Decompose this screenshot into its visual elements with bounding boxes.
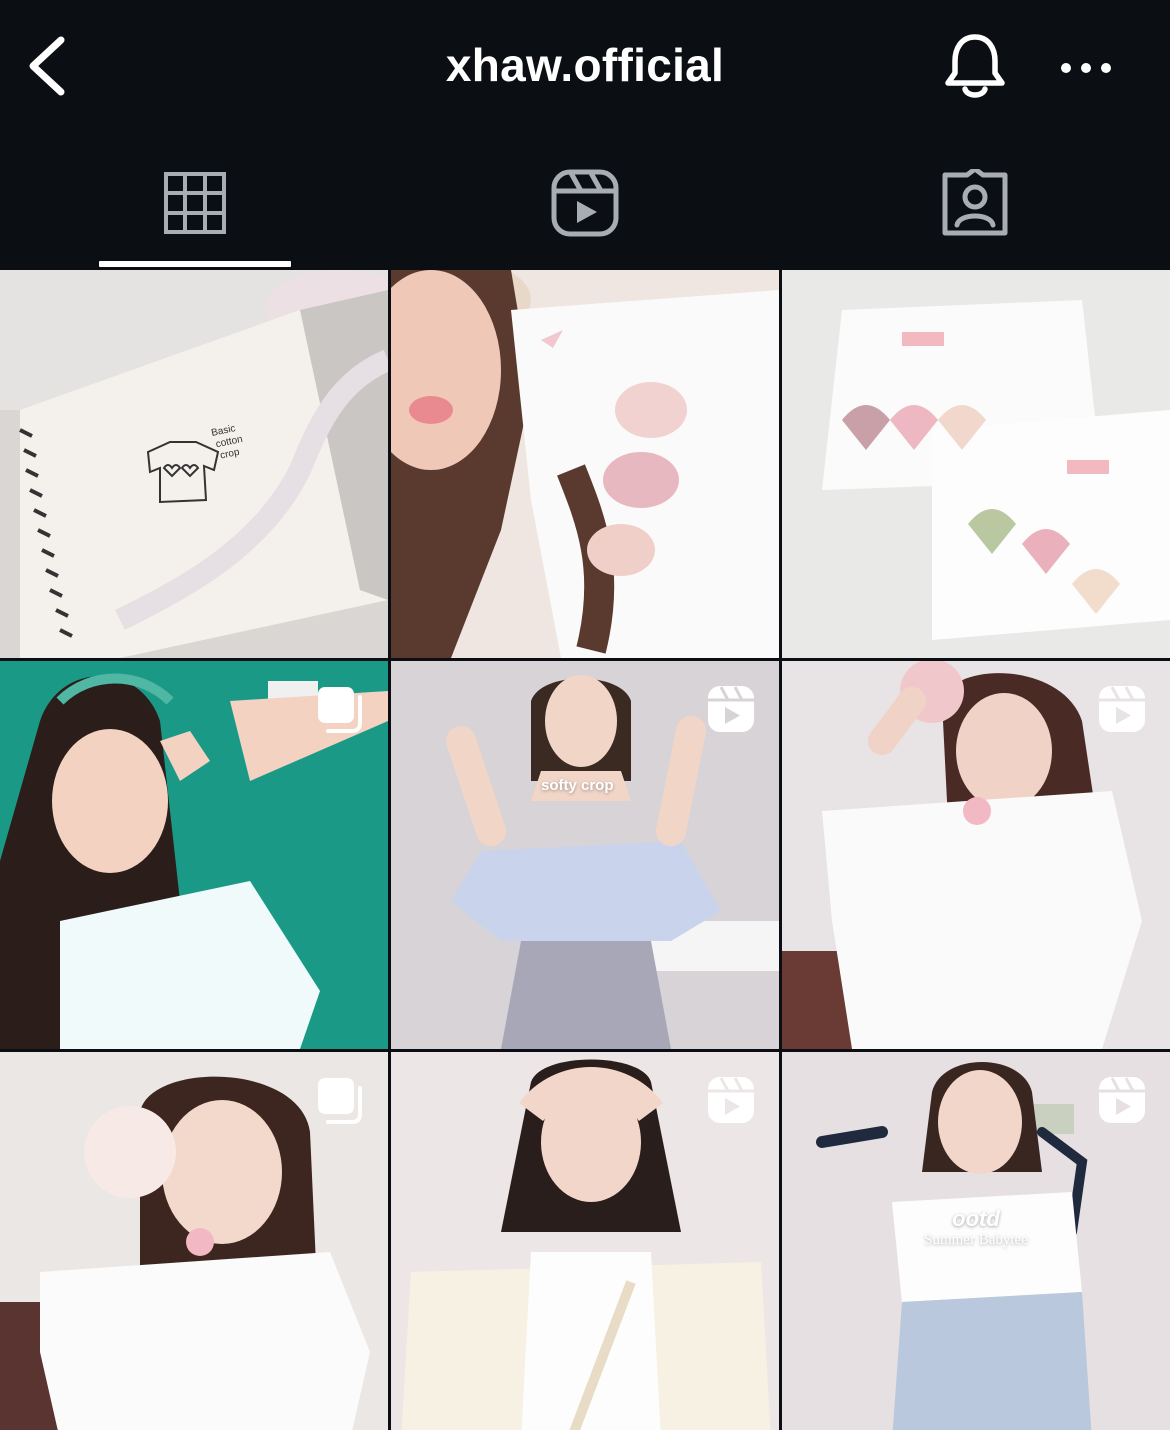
post-tile[interactable] bbox=[0, 661, 388, 1049]
more-horizontal-icon bbox=[1061, 63, 1111, 73]
notifications-button[interactable] bbox=[940, 30, 1010, 102]
reels-icon bbox=[1099, 1077, 1145, 1123]
carousel-icon bbox=[318, 687, 362, 733]
post-tile[interactable] bbox=[391, 1052, 779, 1430]
post-tile[interactable] bbox=[782, 270, 1170, 658]
post-tile[interactable] bbox=[0, 1052, 388, 1430]
tagged-person-icon bbox=[942, 168, 1008, 235]
post-tile[interactable]: ootd Summer Babytee bbox=[782, 1052, 1170, 1430]
reel-title: ootd bbox=[952, 1206, 1000, 1231]
posts-grid: Basic cotton crop softy crop ootd Summer… bbox=[0, 270, 1170, 1430]
reels-icon bbox=[1099, 686, 1145, 732]
carousel-icon bbox=[318, 1078, 362, 1124]
active-tab-indicator bbox=[99, 261, 291, 267]
tab-tagged[interactable] bbox=[780, 135, 1170, 270]
post-tile[interactable] bbox=[782, 661, 1170, 1049]
reel-subtitle: Summer Babytee bbox=[924, 1232, 1028, 1248]
post-image bbox=[782, 270, 1170, 658]
tab-posts[interactable] bbox=[0, 135, 390, 270]
post-tile[interactable] bbox=[391, 270, 779, 658]
profile-tabs bbox=[0, 135, 1170, 270]
reels-icon bbox=[708, 686, 754, 732]
tab-reels[interactable] bbox=[390, 135, 780, 270]
grid-icon bbox=[164, 171, 226, 234]
reels-icon bbox=[708, 1077, 754, 1123]
top-bar: xhaw.official bbox=[0, 0, 1170, 135]
reel-caption: softy crop bbox=[541, 777, 614, 794]
post-tile[interactable]: Basic cotton crop bbox=[0, 270, 388, 658]
post-image: Basic cotton crop bbox=[0, 270, 388, 658]
more-options-button[interactable] bbox=[1056, 48, 1116, 88]
bell-icon bbox=[945, 34, 1005, 98]
post-image bbox=[391, 270, 779, 658]
reels-icon bbox=[551, 169, 619, 236]
post-tile[interactable]: softy crop bbox=[391, 661, 779, 1049]
